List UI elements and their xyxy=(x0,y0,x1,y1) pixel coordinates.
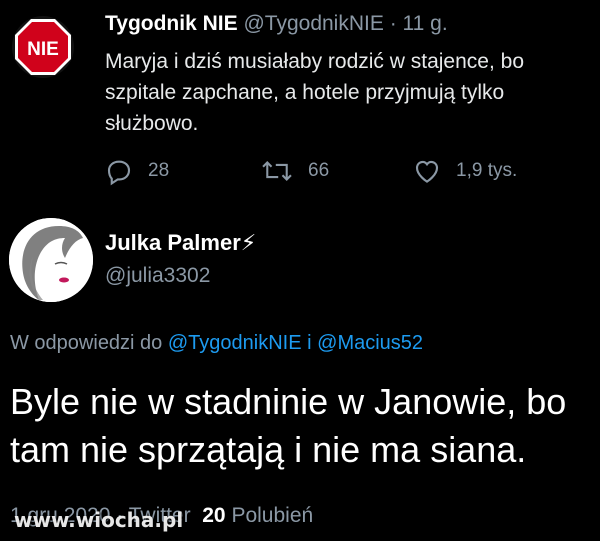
retweet-button[interactable]: 66 xyxy=(260,156,329,186)
reply-likes-label[interactable]: Polubień xyxy=(231,504,313,527)
tygodnik-nie-avatar[interactable]: NIE xyxy=(12,16,74,78)
watermark: www.wiocha.pl xyxy=(14,508,184,532)
reply-joiner: i xyxy=(307,332,312,354)
quoted-tweet: NIE Tygodnik NIE @TygodnikNIE · 11 g. Ma… xyxy=(0,0,600,200)
reply-icon xyxy=(107,160,131,186)
reply-text: Byle nie w stadninie w Janowie, bo tam n… xyxy=(10,381,567,470)
reply-prefix: W odpowiedzi do xyxy=(10,332,163,354)
reply-target-tygodnik[interactable]: @TygodnikNIE xyxy=(168,332,302,354)
retweet-count: 66 xyxy=(308,160,330,181)
separator: · xyxy=(389,12,397,35)
like-icon xyxy=(415,160,439,183)
author-handle[interactable]: @TygodnikNIE xyxy=(243,12,383,35)
profile-avatar xyxy=(9,218,93,302)
stop-sign-avatar: NIE xyxy=(15,19,71,75)
tweet-header: Tygodnik NIE @TygodnikNIE · 11 g. xyxy=(105,12,448,36)
author-name[interactable]: Tygodnik NIE xyxy=(105,12,238,35)
reply-target-macius[interactable]: @Macius52 xyxy=(317,332,423,354)
tweet-time[interactable]: 11 g. xyxy=(403,12,448,35)
tweet-text: Maryja i dziś musiałaby rodzić w stajenc… xyxy=(105,50,524,135)
reply-count: 28 xyxy=(148,160,170,181)
like-count: 1,9 tys. xyxy=(456,160,518,181)
reply-author-name[interactable]: Julka Palmer⚡ xyxy=(105,230,256,256)
julka-avatar[interactable] xyxy=(9,218,93,302)
reply-button[interactable]: 28 xyxy=(104,156,169,186)
reply-author-handle[interactable]: @julia3302 xyxy=(105,264,210,288)
reply-context: W odpowiedzi do @TygodnikNIE i @Macius52 xyxy=(10,332,423,355)
tweet-actions: 28 66 1,9 tys. xyxy=(100,156,570,188)
retweet-icon xyxy=(262,161,292,181)
avatar-text: NIE xyxy=(27,39,59,60)
like-button[interactable]: 1,9 tys. xyxy=(412,156,517,186)
reply-likes-count[interactable]: 20 xyxy=(202,504,225,527)
